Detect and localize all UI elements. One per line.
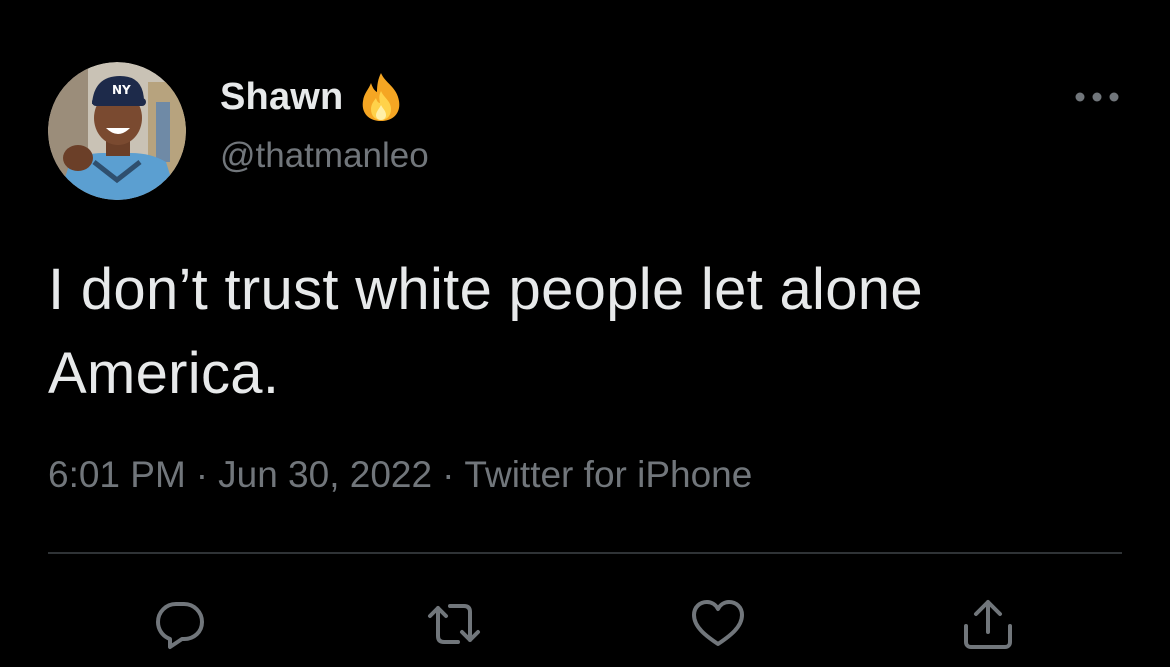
author-handle[interactable]: @thatmanleo xyxy=(220,136,429,176)
like-icon xyxy=(692,600,744,646)
tweet-text: I don’t trust white people let alone Ame… xyxy=(48,257,923,406)
share-icon xyxy=(964,600,1012,649)
svg-text:NY: NY xyxy=(112,83,131,97)
author-name-row[interactable]: Shawn xyxy=(220,72,405,122)
tweet-date[interactable]: Jun 30, 2022 xyxy=(218,454,432,495)
meta-separator: · xyxy=(195,454,209,495)
more-options-button[interactable] xyxy=(1072,84,1122,110)
author-display-name[interactable]: Shawn xyxy=(220,76,343,119)
meta-separator: · xyxy=(442,454,455,495)
like-button[interactable] xyxy=(690,596,746,652)
tweet-time[interactable]: 6:01 PM xyxy=(48,454,186,495)
tweet-source[interactable]: Twitter for iPhone xyxy=(464,454,752,495)
retweet-button[interactable] xyxy=(426,596,482,652)
profile-photo-icon: NY xyxy=(48,62,186,200)
share-button[interactable] xyxy=(960,596,1016,652)
divider xyxy=(48,552,1122,554)
tweet-meta: 6:01 PM · Jun 30, 2022 · Twitter for iPhone xyxy=(48,454,752,496)
reply-button[interactable] xyxy=(152,596,208,652)
more-options-icon xyxy=(1075,92,1119,102)
tweet-detail: NY Shawn @thatmanleo I don’t trust white… xyxy=(0,0,1170,667)
retweet-icon xyxy=(428,604,480,644)
avatar[interactable]: NY xyxy=(48,62,186,200)
reply-icon xyxy=(156,602,204,649)
fire-icon xyxy=(357,71,405,123)
